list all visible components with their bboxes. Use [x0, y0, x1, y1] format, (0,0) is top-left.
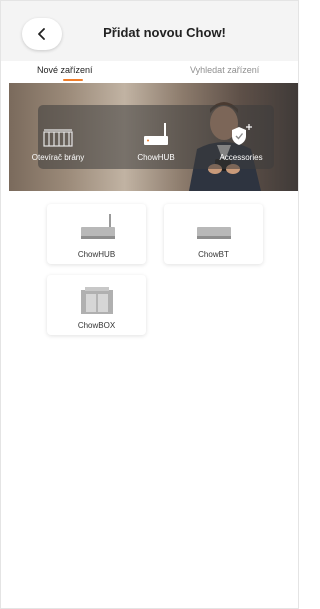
device-card-chowbt[interactable]: ChowBT [164, 204, 263, 264]
tab-search-device[interactable]: Vyhledat zařízení [190, 65, 259, 75]
app-frame: Přidat novou Chow! Nové zařízení Vyhleda… [0, 0, 299, 609]
device-card-chowhub[interactable]: ChowHUB [47, 204, 146, 264]
bt-module-icon [196, 227, 231, 239]
device-card-chowbox[interactable]: ChowBOX [47, 275, 146, 335]
hub-router-icon [80, 214, 115, 239]
tab-new-device[interactable]: Nové zařízení [37, 65, 93, 75]
back-button[interactable] [22, 18, 62, 50]
tab-bar: Nové zařízení Vyhledat zařízení [1, 61, 298, 81]
category-accessories[interactable]: Accessories [201, 123, 281, 162]
box-icon [80, 287, 113, 314]
hub-router-icon [144, 123, 168, 145]
category-label: Accessories [219, 153, 263, 162]
device-label: ChowHUB [77, 250, 116, 259]
category-label: ChowHUB [137, 153, 175, 162]
hero-banner: Otevírač brány ChowHUB Accessories [9, 83, 298, 191]
shield-plus-icon [232, 124, 252, 145]
category-gate[interactable]: Otevírač brány [18, 123, 98, 162]
page-title: Přidat novou Chow! [103, 25, 226, 40]
category-chowhub[interactable]: ChowHUB [116, 123, 196, 162]
chevron-left-icon [38, 28, 45, 40]
device-label: ChowBT [198, 250, 229, 259]
device-label: ChowBOX [77, 321, 116, 330]
category-label: Otevírač brány [31, 153, 85, 162]
active-tab-indicator [63, 79, 83, 81]
header: Přidat novou Chow! [1, 1, 298, 61]
category-panel: Otevírač brány ChowHUB Accessories [32, 105, 274, 169]
gate-icon [43, 129, 73, 147]
